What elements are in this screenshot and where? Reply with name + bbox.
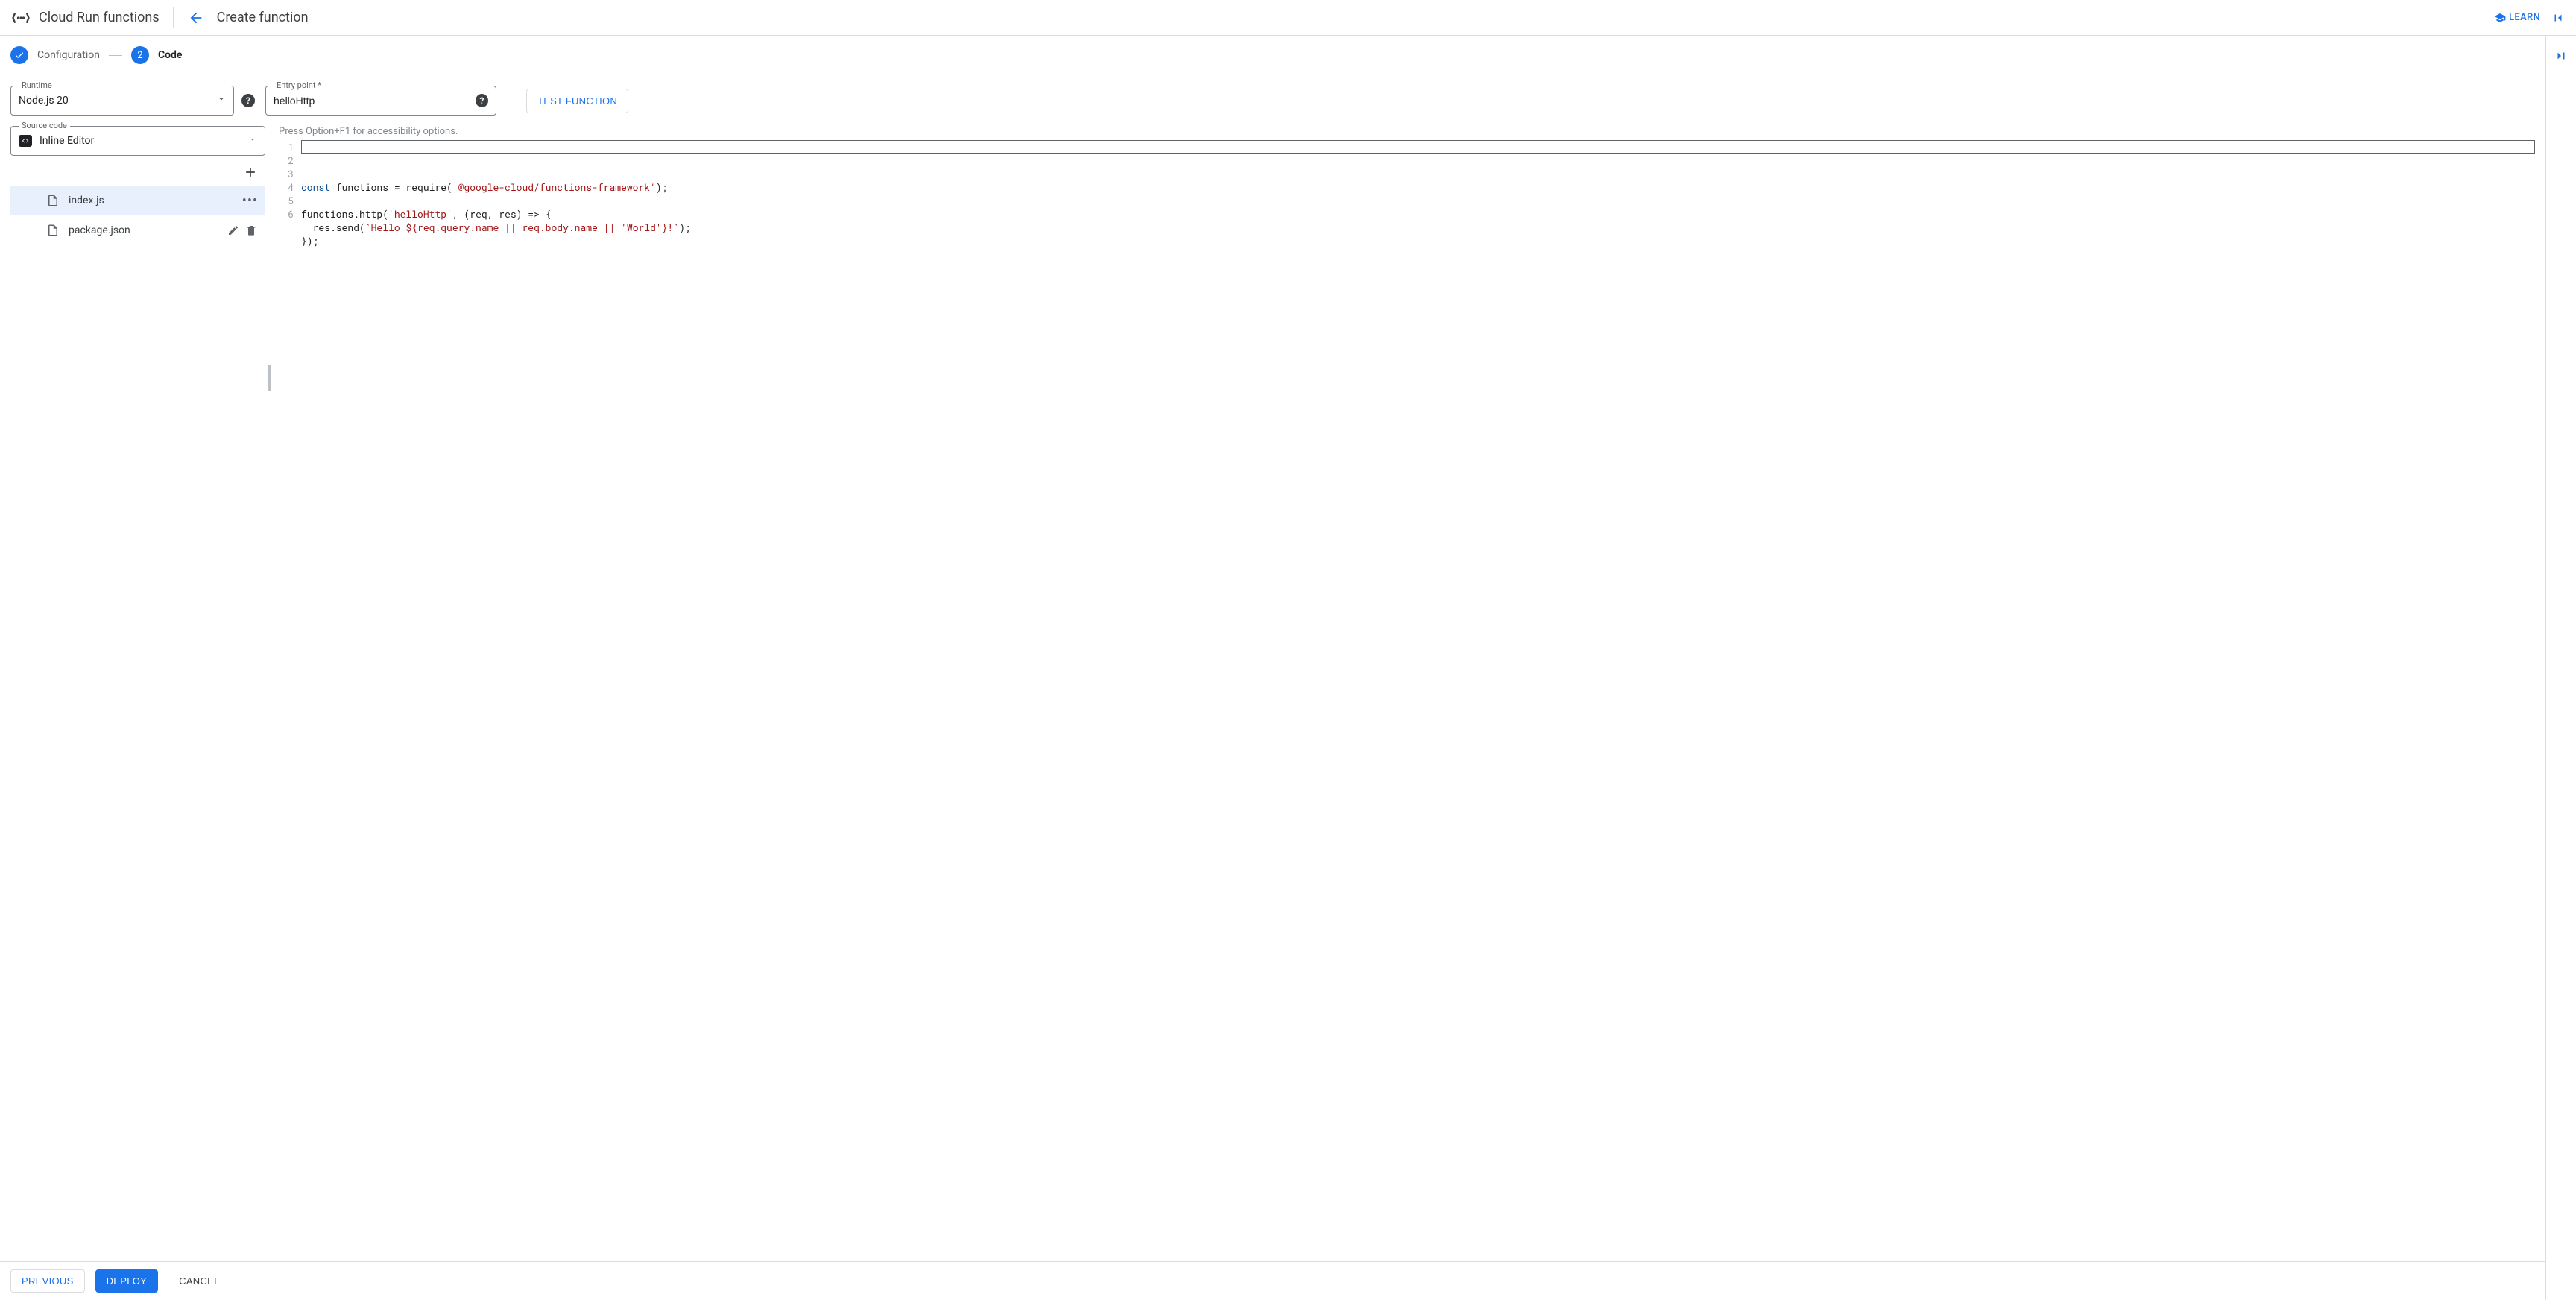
back-arrow-icon[interactable]	[187, 9, 205, 27]
code-line[interactable]	[301, 247, 2535, 261]
graduation-cap-icon	[2494, 12, 2506, 24]
code-icon	[19, 135, 32, 147]
file-actions: •••	[242, 193, 258, 209]
file-item[interactable]: package.json	[10, 215, 265, 245]
line-gutter: 123456	[273, 140, 301, 1261]
file-list: index.js••• package.json	[10, 186, 265, 245]
step-2-badge[interactable]: 2	[131, 46, 149, 64]
add-file-button[interactable]	[240, 162, 261, 183]
right-rail	[2546, 36, 2576, 1300]
stepper: Configuration 2 Code	[0, 36, 2545, 75]
code-line[interactable]: const functions = require('@google-cloud…	[301, 180, 2535, 194]
footer: PREVIOUS DEPLOY CANCEL	[0, 1261, 2545, 1300]
step-separator	[109, 55, 122, 56]
code-line[interactable]: functions.http('helloHttp', (req, res) =…	[301, 207, 2535, 221]
runtime-select[interactable]: Runtime Node.js 20	[10, 86, 234, 116]
runtime-label: Runtime	[19, 81, 55, 90]
step-2-label[interactable]: Code	[158, 49, 183, 61]
deploy-button[interactable]: DEPLOY	[95, 1269, 159, 1293]
chevron-down-icon	[248, 135, 257, 147]
page-title: Create function	[217, 10, 309, 25]
chevron-down-icon	[217, 95, 226, 107]
code-line[interactable]: res.send(`Hello ${req.query.name || req.…	[301, 221, 2535, 234]
plus-icon	[243, 165, 258, 180]
entry-point-label: Entry point *	[274, 81, 324, 90]
step-1-badge[interactable]	[10, 46, 28, 64]
source-code-select[interactable]: Source code Inline Editor	[10, 126, 265, 156]
file-actions	[227, 224, 258, 237]
accessibility-hint: Press Option+F1 for accessibility option…	[279, 126, 2535, 137]
runtime-help-icon[interactable]: ?	[242, 94, 255, 107]
entry-point-input-wrap: Entry point * ?	[265, 86, 496, 116]
learn-label: LEARN	[2509, 12, 2540, 23]
header: Cloud Run functions Create function LEAR…	[0, 0, 2576, 36]
vertical-splitter[interactable]	[265, 126, 273, 1261]
file-item[interactable]: index.js•••	[10, 186, 265, 215]
entry-point-help-icon[interactable]: ?	[476, 94, 488, 107]
cloud-functions-icon	[10, 7, 31, 28]
collapse-panel-icon[interactable]	[2549, 9, 2567, 27]
entry-point-input[interactable]	[274, 95, 476, 107]
product-name[interactable]: Cloud Run functions	[39, 10, 160, 25]
file-icon	[46, 224, 60, 237]
file-name: index.js	[69, 195, 242, 206]
code-lines[interactable]: const functions = require('@google-cloud…	[301, 140, 2535, 1261]
file-icon	[46, 194, 60, 207]
delete-icon[interactable]	[244, 224, 258, 237]
learn-button[interactable]: LEARN	[2494, 12, 2540, 24]
expand-panel-icon[interactable]	[2554, 49, 2568, 66]
code-line[interactable]: });	[301, 234, 2535, 247]
source-code-value: Inline Editor	[40, 135, 94, 147]
current-line-highlight	[301, 140, 2535, 154]
previous-button[interactable]: PREVIOUS	[10, 1269, 85, 1293]
kebab-icon[interactable]: •••	[242, 193, 258, 209]
cancel-button[interactable]: CANCEL	[168, 1270, 230, 1292]
file-name: package.json	[69, 224, 227, 236]
left-pane: Source code Inline Editor	[10, 126, 265, 1261]
editor-pane: Press Option+F1 for accessibility option…	[273, 126, 2545, 1261]
edit-icon[interactable]	[227, 224, 240, 237]
code-editor[interactable]: 123456 const functions = require('@googl…	[273, 140, 2535, 1261]
test-function-button[interactable]: TEST FUNCTION	[526, 89, 628, 113]
runtime-value: Node.js 20	[19, 95, 217, 107]
source-code-label: Source code	[19, 121, 70, 130]
controls-row: Runtime Node.js 20 ? Entry point * ?	[0, 75, 2545, 116]
header-divider	[173, 7, 174, 28]
code-line[interactable]	[301, 194, 2535, 207]
step-1-label[interactable]: Configuration	[37, 49, 100, 61]
check-icon	[14, 50, 25, 60]
